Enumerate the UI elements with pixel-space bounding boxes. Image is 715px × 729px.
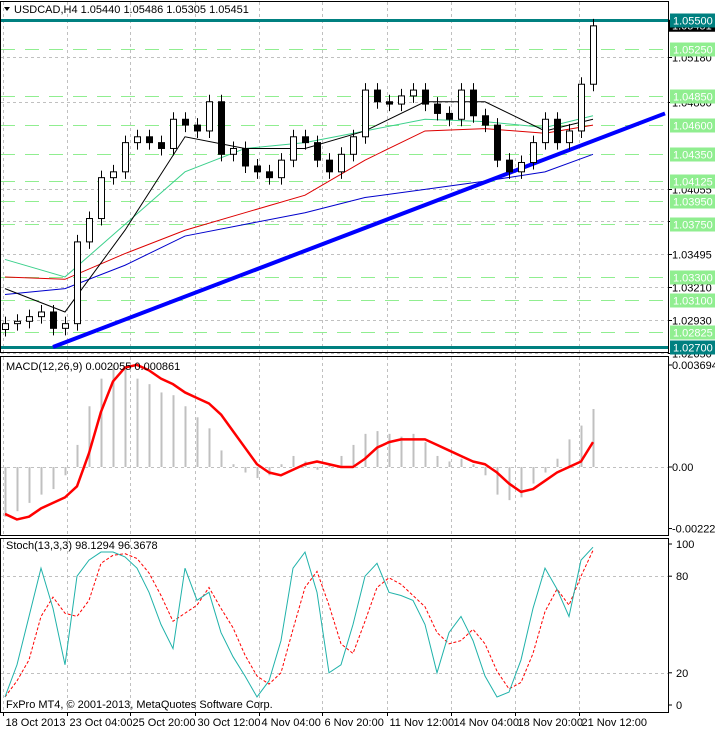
stoch-axis-label: 80 (676, 571, 688, 583)
x-tick-label: 23 Oct 04:00 (70, 717, 133, 729)
candle-bear (302, 136, 309, 144)
candle-bull (98, 177, 105, 220)
candle-bull (290, 136, 297, 161)
candle-bear (314, 142, 321, 161)
macd-axis-label: 0.003694 (672, 360, 715, 372)
stoch-axis-label: 100 (676, 539, 694, 551)
candle-bear (470, 89, 477, 117)
candle-bull (230, 147, 237, 155)
stoch-signal-line (4, 550, 594, 698)
candle-bull (542, 118, 549, 144)
candle-bear (158, 142, 165, 149)
candle-bull (38, 311, 45, 318)
candle-bear (242, 147, 249, 167)
candle-bear (434, 103, 441, 114)
candle-bear (218, 101, 225, 155)
candle-bear (482, 115, 489, 126)
level-label: 1.05250 (673, 45, 713, 57)
stoch-axis-label: 20 (676, 668, 688, 680)
level-label: 1.04350 (673, 150, 713, 162)
candle-bull (578, 83, 585, 132)
x-tick-label: 18 Oct 2013 (6, 717, 66, 729)
macd-axis-label: -0.002229 (672, 524, 715, 536)
candle-bull (134, 136, 141, 144)
candle-bull (110, 171, 117, 179)
candle-bear (386, 101, 393, 105)
level-label: 1.02825 (673, 328, 713, 340)
candle-bull (530, 142, 537, 163)
candle-bull (74, 241, 81, 325)
candle-bear (194, 124, 201, 132)
collapse-triangle-icon (4, 7, 10, 11)
candle-bear (554, 118, 561, 144)
macd-title: MACD(12,26,9) 0.002055 0.000861 (6, 361, 180, 373)
candle-bull (350, 136, 357, 155)
candle-bull (206, 101, 213, 132)
candle-bear (506, 159, 513, 173)
candle-bull (2, 323, 9, 330)
candle-bear (374, 89, 381, 103)
candle-bull (26, 316, 33, 322)
candle-bull (62, 323, 69, 329)
candle-bull (278, 159, 285, 179)
level-label: 1.02700 (673, 343, 713, 355)
candle-bull (590, 25, 597, 85)
candle-bull (14, 320, 21, 325)
candle-bull (410, 89, 417, 97)
trendline (52, 111, 666, 349)
candle-bull (122, 142, 129, 173)
candle-bear (494, 124, 501, 161)
candle-bull (362, 89, 369, 138)
x-tick-label: 25 Oct 20:00 (133, 717, 196, 729)
candle-bull (86, 218, 93, 243)
candle-bull (398, 95, 405, 105)
level-label: 1.03750 (673, 220, 713, 232)
candle-bear (254, 165, 261, 173)
copyright-text: FxPro MT4, © 2001-2013, MetaQuotes Softw… (6, 699, 273, 711)
x-tick-label: 21 Nov 12:00 (582, 717, 647, 729)
x-tick-label: 6 Nov 20:00 (325, 717, 384, 729)
macd-signal-line (4, 363, 595, 521)
level-label: 1.04125 (673, 177, 713, 189)
candle-bear (182, 118, 189, 126)
candle-bull (170, 118, 177, 149)
x-tick-label: 18 Nov 20:00 (518, 717, 583, 729)
level-label: 1.04850 (673, 92, 713, 104)
candle-bear (422, 89, 429, 105)
candle-bear (266, 171, 273, 179)
candle-bear (146, 136, 153, 144)
level-label: 1.03950 (673, 197, 713, 209)
x-tick-label: 11 Nov 12:00 (390, 717, 455, 729)
candle-bull (338, 153, 345, 173)
candle-bear (50, 311, 57, 329)
level-label: 1.03300 (673, 273, 713, 285)
main-panel-frame (0, 1, 669, 353)
level-label: 1.04600 (673, 121, 713, 133)
stoch-title: Stoch(13,3,3) 98.1294 96.3678 (6, 540, 158, 552)
candle-bear (326, 159, 333, 173)
level-label: 1.05500 (673, 16, 713, 28)
x-tick-label: 14 Nov 04:00 (454, 717, 519, 729)
x-tick-label: 30 Oct 12:00 (198, 717, 261, 729)
macd-axis-label: 0.00 (672, 462, 693, 474)
candle-bull (458, 89, 465, 120)
stoch-axis-label: 0 (676, 700, 682, 712)
price-axis-label: 1.03495 (672, 250, 712, 262)
stoch-main-line (4, 546, 594, 698)
chart-canvas: 18 Oct 2013 23 Oct 04:00 25 Oct 20:00 30 Oc… (0, 1, 715, 729)
level-label: 1.03100 (673, 296, 713, 308)
candle-bull (566, 130, 573, 144)
candle-bull (518, 161, 525, 173)
ma-black-line (4, 101, 594, 313)
symbol-header: USDCAD,H4 1.05440 1.05486 1.05305 1.0545… (14, 4, 249, 16)
x-tick-label: 4 Nov 04:00 (262, 717, 321, 729)
candle-bear (446, 112, 453, 120)
